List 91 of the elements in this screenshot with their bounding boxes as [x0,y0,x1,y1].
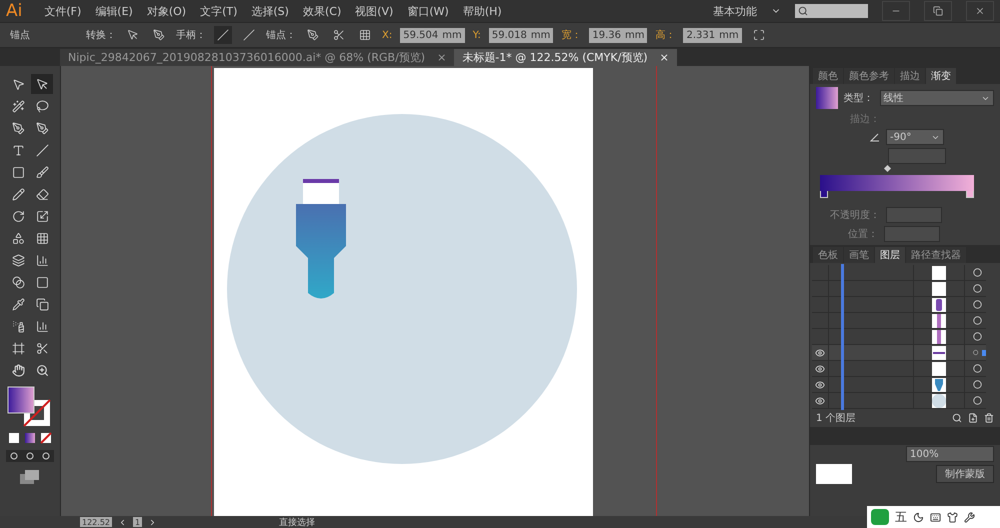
panel-tab[interactable]: 描边 [895,68,925,84]
search-icon[interactable] [952,413,962,423]
ime-mode-label[interactable]: 五 [895,508,907,526]
panel-tab[interactable]: 图层 [875,247,905,263]
menu-item[interactable]: 效果(C) [302,4,342,18]
panel-tab[interactable]: 渐变 [926,68,956,84]
layer-row[interactable] [812,377,986,393]
eye-icon[interactable] [815,364,825,374]
moon-icon[interactable] [913,512,924,522]
layer-thumbnail [932,346,946,360]
number-field[interactable]: 19.36 mm [589,28,648,42]
make-mask-button[interactable]: 制作蒙版 [936,465,994,483]
layer-thumbnail [932,298,946,312]
convert-label: 转换： [86,29,116,42]
restore-icon [933,6,943,16]
layer-row[interactable] [812,329,986,345]
layer-thumbnail [932,266,946,280]
gradient-type-select[interactable]: 线性 [880,90,994,106]
menu-item[interactable]: 对象(O) [146,4,186,18]
color-mode-icon[interactable] [6,432,54,444]
menu-item[interactable]: 文件(F) [44,4,82,18]
layer-row[interactable] [812,297,986,313]
eye-icon[interactable] [815,396,825,406]
location-label: 位置： [848,228,878,241]
panel-tab[interactable]: 画笔 [844,247,874,263]
keyboard-icon[interactable] [930,512,941,522]
opacity-field[interactable]: 100% [906,446,994,462]
layer-thumbnail [932,394,946,408]
layer-thumbnail [932,378,946,392]
number-field[interactable]: 59.018 mm [488,28,554,42]
close-icon [975,6,985,16]
stroke-label: 描边： [850,112,880,126]
eye-icon[interactable] [815,348,825,358]
panel-tab[interactable]: 色板 [813,247,843,263]
screen-mode-icon[interactable] [20,470,40,484]
document-tab[interactable]: 未标题-1* @ 122.52% (CMYK/预览) × [454,49,677,66]
menu-item[interactable]: 编辑(E) [95,4,133,18]
gradient-swatch[interactable] [816,87,838,109]
number-field[interactable]: 2.331 mm [683,28,742,42]
number-field[interactable]: 59.504 mm [400,28,465,42]
field-label: 高： [655,28,676,42]
opacity-label: 不透明度： [830,208,880,222]
mask-thumbnail [816,464,852,484]
selection-indicator [982,350,986,356]
panel-tab[interactable]: 路径查找器 [906,247,966,263]
new-layer-icon[interactable] [968,413,978,423]
ime-logo-icon [871,509,889,525]
angle-icon [870,132,880,142]
layer-row[interactable] [812,313,986,329]
panel-tab[interactable]: 颜色 [813,68,843,84]
menu-item[interactable]: 帮助(H) [462,4,502,18]
menu-item[interactable]: 选择(S) [251,4,289,18]
layer-row[interactable] [812,361,986,377]
layer-row[interactable] [812,393,986,409]
eye-icon[interactable] [815,380,825,390]
menu-item[interactable]: 视图(V) [355,4,394,18]
field-label: 宽： [561,28,582,42]
layer-thumbnail [932,282,946,296]
type-label: 类型： [844,92,874,105]
restore-button[interactable] [924,1,952,21]
field-label: Y: [472,30,481,40]
menu-item[interactable]: 窗口(W) [407,4,449,18]
layer-count: 1 个图层 [816,412,856,425]
angle-select[interactable]: -90° [886,129,944,145]
menu-item[interactable]: 文字(T) [200,4,238,18]
previous-icon[interactable] [118,518,127,526]
close-button[interactable] [966,1,994,21]
skin-icon[interactable] [947,512,958,522]
layer-thumbnail [932,314,946,328]
handles-label: 手柄： [176,28,206,42]
trash-icon[interactable] [984,413,994,423]
page-field[interactable]: 1 [133,517,142,527]
current-tool-label: 直接选择 [279,516,316,528]
zoom-field[interactable]: 122.52 [80,517,112,527]
layer-row[interactable] [812,281,986,297]
layer-thumbnail [932,330,946,344]
anchors-label: 锚点： [266,28,296,42]
document-tab[interactable]: Nipic_29842067_20190828103736016000.ai* @ 68% (RGB/预览) × [60,49,454,66]
layer-thumbnail [932,362,946,376]
search-field[interactable] [795,4,868,18]
wrench-icon[interactable] [964,512,975,522]
selection-label: 锚点 [10,28,30,42]
search-icon [798,6,808,16]
draw-mode-icon[interactable] [6,450,54,462]
field-label: X: [382,30,392,40]
workspace-switcher[interactable]: 基本功能 [713,4,757,18]
show-handles-icon[interactable] [214,26,232,44]
app-logo: Ai [6,1,22,21]
layer-row[interactable] [812,265,986,281]
panel-tab[interactable]: 颜色参考 [844,68,894,84]
layer-row[interactable] [812,345,986,361]
